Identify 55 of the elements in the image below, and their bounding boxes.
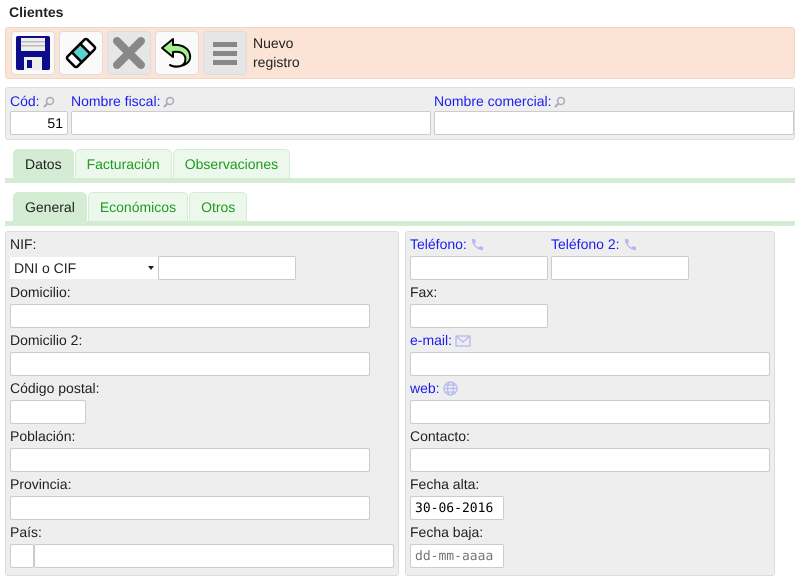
eraser-icon [63, 35, 99, 71]
input-field[interactable] [10, 544, 34, 568]
select-field[interactable]: DNI o CIF [10, 257, 158, 279]
input-field[interactable] [551, 256, 689, 280]
field-label: Código postal: [10, 379, 100, 398]
field-label: Población: [10, 427, 76, 446]
input-field[interactable] [10, 448, 370, 472]
envelope-icon[interactable] [455, 334, 472, 346]
phone-icon[interactable] [622, 238, 636, 252]
field-label-link[interactable]: Cód: [10, 91, 40, 112]
input-field[interactable] [410, 400, 770, 424]
field-label-link[interactable]: web: [410, 378, 440, 399]
close-icon [112, 36, 146, 70]
tab[interactable]: General [13, 192, 87, 221]
input-field[interactable] [434, 111, 794, 135]
search-icon[interactable] [163, 96, 176, 108]
field-label: Fecha alta: [410, 475, 480, 494]
input-field[interactable]: 30-06-2016 [410, 496, 504, 520]
caret-icon [148, 266, 154, 270]
tab[interactable]: Datos [13, 149, 74, 178]
phone-icon[interactable] [470, 238, 484, 252]
search-icon[interactable] [554, 96, 566, 108]
field-label-link[interactable]: Nombre fiscal: [71, 91, 160, 112]
field-label-link[interactable]: Nombre comercial: [434, 91, 552, 112]
input-field[interactable] [158, 256, 296, 280]
field-label-link[interactable]: Teléfono: [410, 234, 467, 255]
status-text: Nuevo registro [253, 34, 301, 72]
input-field[interactable] [410, 304, 548, 328]
field-label-link[interactable]: e-mail: [410, 330, 452, 351]
clear-button[interactable] [59, 31, 103, 75]
input-field[interactable] [410, 256, 548, 280]
input-field[interactable] [71, 111, 431, 135]
field-label-link[interactable]: Teléfono 2: [551, 234, 620, 255]
input-field[interactable] [10, 496, 370, 520]
input-field[interactable] [10, 400, 86, 424]
search-icon[interactable] [42, 96, 55, 108]
field-label: NIF: [10, 235, 36, 254]
undo-button[interactable] [155, 31, 199, 75]
field-label: Contacto: [410, 427, 470, 446]
field-label: País: [10, 523, 42, 542]
field-label: Domicilio: [10, 283, 71, 302]
input-field[interactable]: dd-mm-aaaa [410, 544, 504, 568]
field-label: Provincia: [10, 475, 72, 494]
window-title: Clientes [9, 3, 64, 22]
globe-icon[interactable] [442, 381, 458, 396]
input-field[interactable] [34, 544, 394, 568]
input-field[interactable] [410, 448, 770, 472]
input-field[interactable]: 51 [10, 111, 68, 135]
field-label: Fecha baja: [410, 523, 484, 542]
input-field[interactable] [10, 352, 370, 376]
field-label: Fax: [410, 283, 438, 302]
input-field[interactable] [410, 352, 770, 376]
field-label: Domicilio 2: [10, 331, 82, 350]
save-button[interactable] [11, 31, 55, 75]
input-field[interactable] [10, 304, 370, 328]
